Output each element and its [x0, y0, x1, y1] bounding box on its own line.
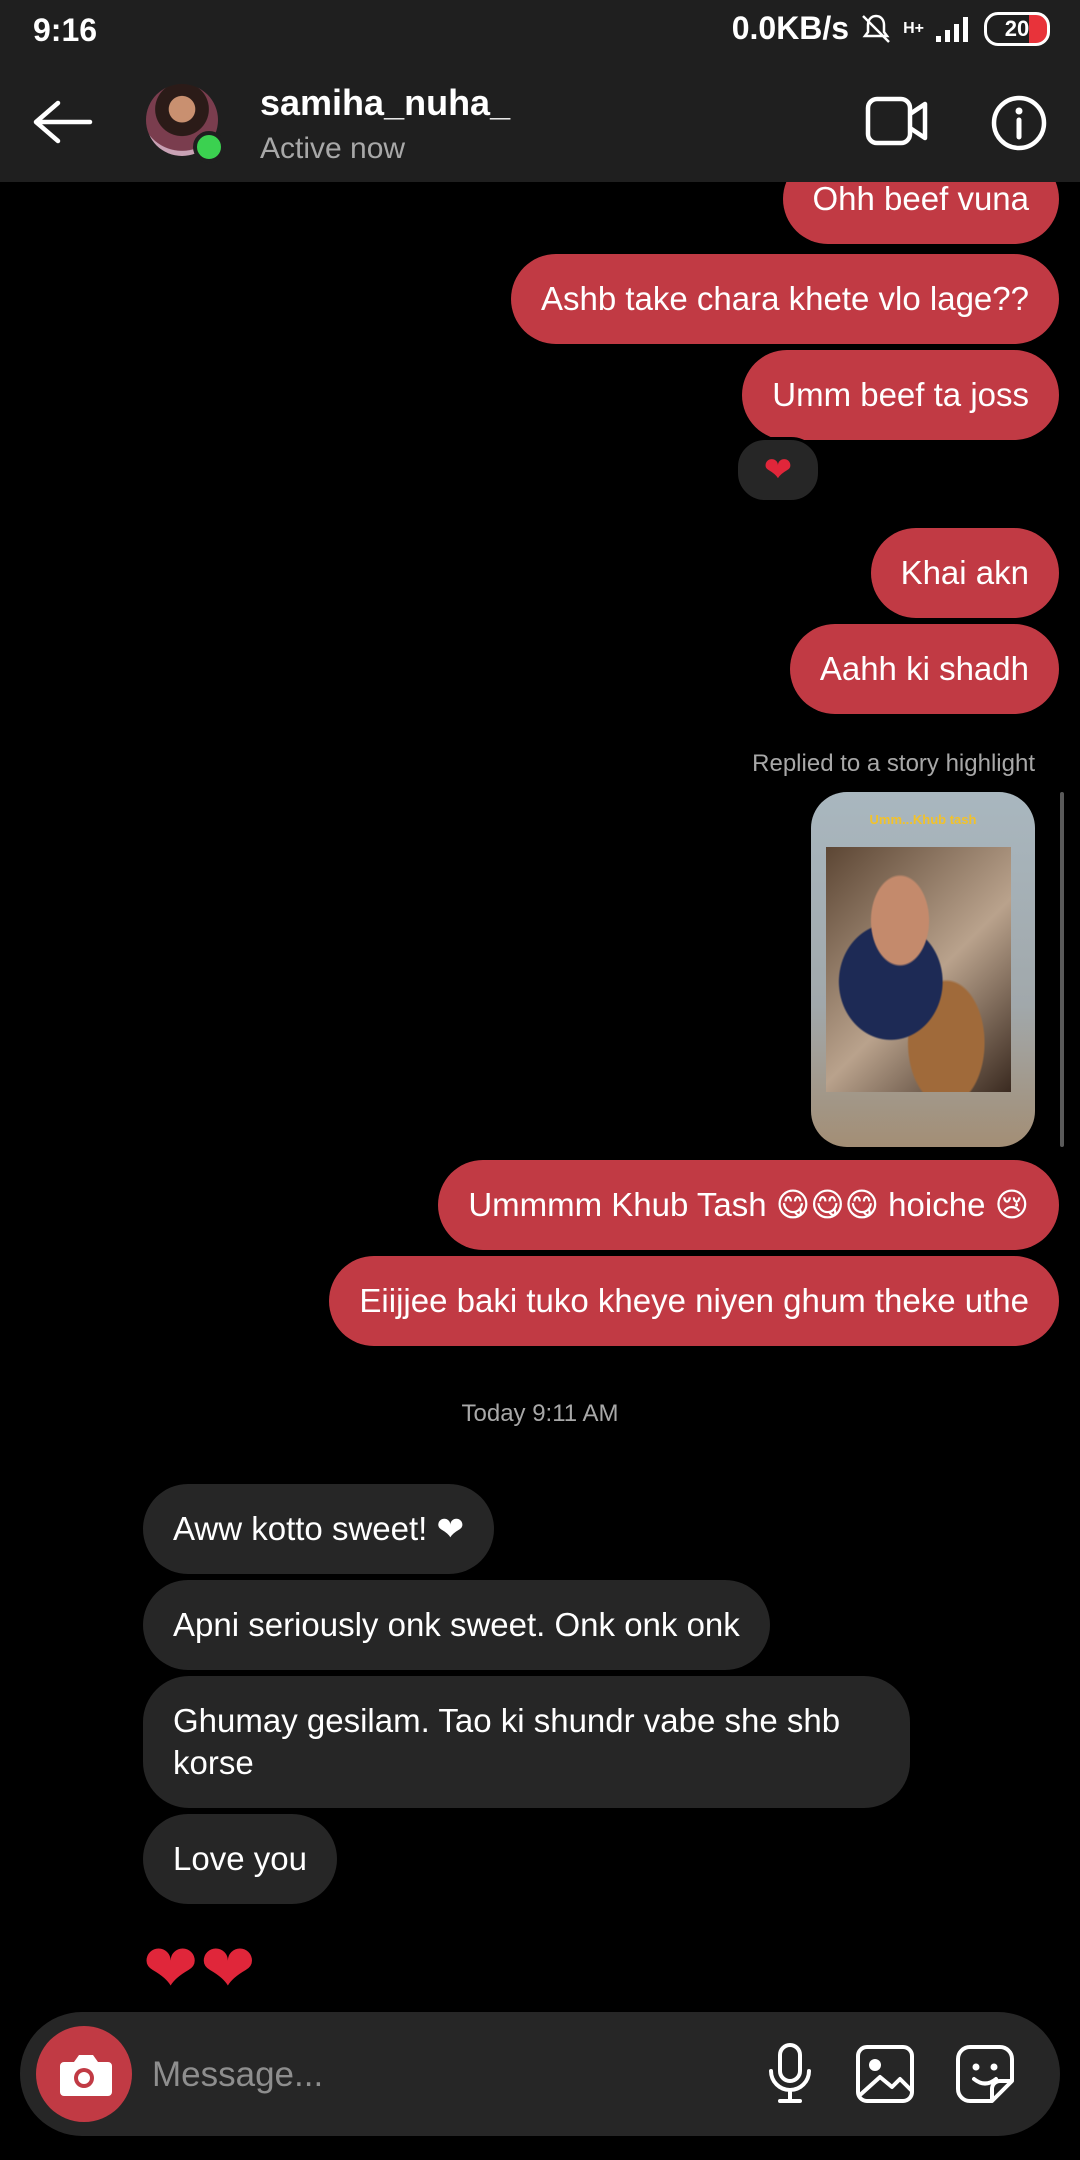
active-status: Active now: [260, 132, 406, 165]
sent-message[interactable]: Eiijjee baki tuko kheye niyen ghum theke…: [329, 1256, 1059, 1346]
status-indicators: 0.0KB/s H+ 20: [732, 10, 1050, 47]
heart-emoji-message[interactable]: ❤❤: [143, 1930, 258, 2007]
net-speed: 0.0KB/s: [731, 10, 850, 46]
status-bar: 9:16 0.0KB/s H+ 20: [0, 0, 1080, 62]
sent-message[interactable]: Ohh beef vuna: [782, 182, 1059, 244]
network-type: H+: [903, 19, 924, 37]
received-message[interactable]: Aww kotto sweet! ❤: [143, 1484, 495, 1574]
status-time: 9:16: [33, 12, 98, 48]
sent-message[interactable]: Ashb take chara khete vlo lage??: [511, 254, 1059, 344]
camera-icon: [60, 2055, 112, 2096]
message-thread[interactable]: Ohh beef vuna Ashb take chara khete vlo …: [0, 182, 1080, 2012]
received-message[interactable]: Apni seriously onk sweet. Onk onk onk: [143, 1580, 770, 1670]
signal-icon: [936, 16, 968, 42]
online-indicator: [193, 131, 225, 163]
received-message[interactable]: Ghumay gesilam. Tao ki shundr vabe she s…: [143, 1676, 910, 1808]
story-caption: Umm...Khub tash: [869, 812, 977, 827]
message-input[interactable]: [150, 2034, 714, 2116]
story-photo: [826, 847, 1011, 1092]
back-arrow-icon[interactable]: [28, 97, 94, 147]
scrollbar[interactable]: [1060, 792, 1064, 1147]
microphone-icon[interactable]: [755, 2039, 825, 2109]
mute-bell-icon: [862, 14, 890, 43]
story-reply-label: Replied to a story highlight: [752, 750, 1035, 777]
camera-button[interactable]: [36, 2026, 132, 2122]
battery-icon: 20: [984, 11, 1050, 46]
sticker-icon[interactable]: [950, 2039, 1020, 2109]
video-call-icon[interactable]: [865, 94, 929, 148]
message-composer: [20, 2012, 1060, 2136]
info-icon[interactable]: [990, 94, 1048, 152]
sent-message[interactable]: Umm beef ta joss: [742, 350, 1059, 440]
received-message[interactable]: Love you: [143, 1814, 337, 1904]
story-highlight-preview[interactable]: Umm...Khub tash: [811, 792, 1035, 1147]
chat-header: samiha_nuha_ Active now: [0, 62, 1080, 182]
sent-message[interactable]: Ummmm Khub Tash 😋😋😋 hoiche 😢: [438, 1160, 1059, 1250]
username[interactable]: samiha_nuha_: [260, 82, 510, 124]
heart-reaction[interactable]: ❤: [735, 437, 821, 503]
sent-message[interactable]: Aahh ki shadh: [789, 624, 1059, 714]
message-timestamp: Today 9:11 AM: [461, 1400, 619, 1427]
gallery-icon[interactable]: [850, 2039, 920, 2109]
sent-message[interactable]: Khai akn: [870, 528, 1059, 618]
